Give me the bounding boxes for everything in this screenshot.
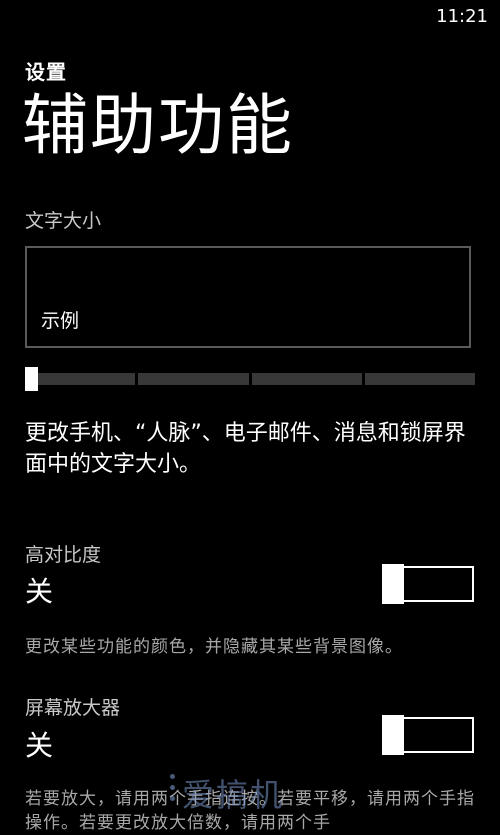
watermark-logo: 爱搞机 (182, 776, 285, 814)
status-bar-time: 11:21 (436, 6, 488, 27)
text-size-slider-track[interactable] (25, 373, 475, 385)
text-size-slider[interactable] (25, 367, 475, 391)
text-size-label: 文字大小 (25, 210, 102, 232)
magnifier-toggle[interactable] (382, 715, 474, 755)
high-contrast-label: 高对比度 (25, 544, 102, 566)
slider-segment (138, 373, 249, 385)
toggle-knob[interactable] (382, 715, 404, 755)
slider-segment (364, 373, 475, 385)
watermark-dots-icon (170, 774, 178, 804)
high-contrast-state: 关 (25, 575, 54, 608)
magnifier-state: 关 (25, 729, 54, 762)
breadcrumb: 设置 (25, 60, 67, 84)
high-contrast-toggle[interactable] (382, 564, 474, 604)
slider-segment (251, 373, 362, 385)
toggle-knob[interactable] (382, 564, 404, 604)
page-title: 辅助功能 (22, 87, 294, 164)
text-size-description: 更改手机、“人脉”、电子邮件、消息和锁屏界面中的文字大小。 (25, 421, 466, 477)
magnifier-label: 屏幕放大器 (25, 697, 121, 719)
text-size-preview-text: 示例 (41, 310, 80, 332)
high-contrast-help: 更改某些功能的颜色，并隐藏其某些背景图像。 (25, 637, 403, 657)
text-size-preview-box: 示例 (25, 246, 471, 348)
slider-segment (25, 373, 136, 385)
text-size-slider-thumb[interactable] (25, 367, 38, 391)
